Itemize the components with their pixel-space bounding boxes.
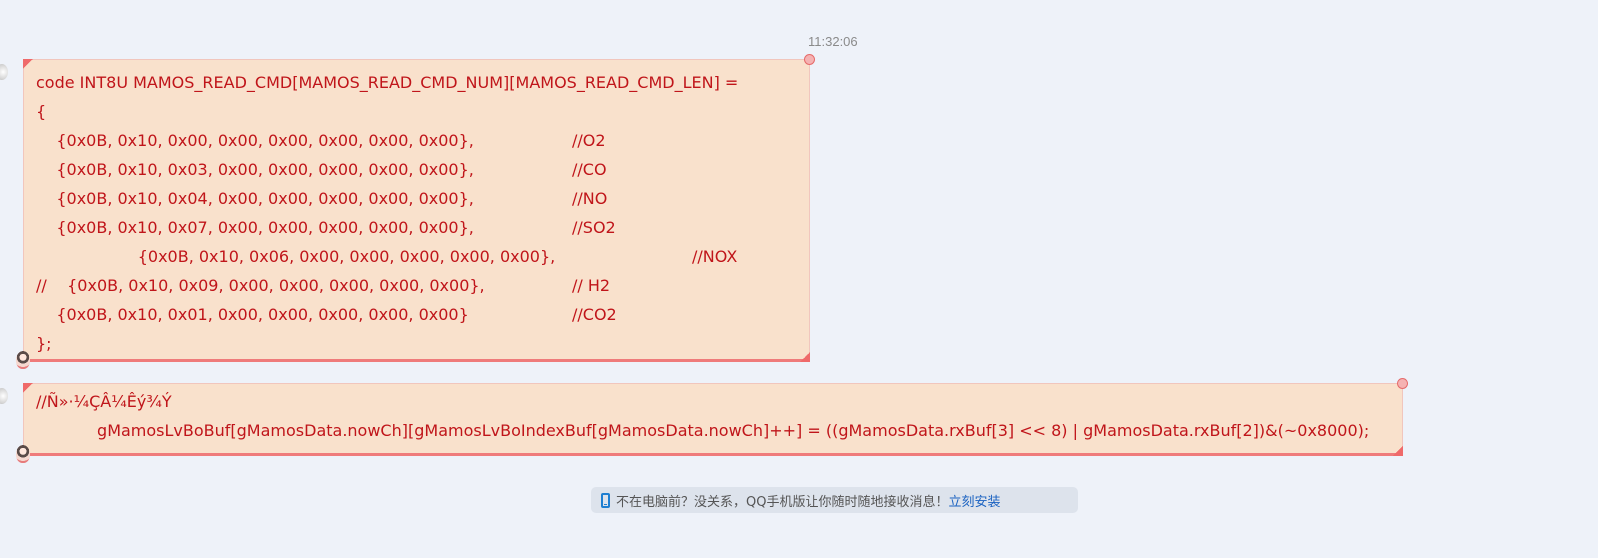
code-line: {0x0B, 0x10, 0x01, 0x00, 0x00, 0x00, 0x0… <box>36 305 469 324</box>
sender-avatar[interactable] <box>0 386 14 406</box>
bubble-corner-decoration <box>23 59 33 69</box>
code-line: {0x0B, 0x10, 0x07, 0x00, 0x00, 0x00, 0x0… <box>36 218 474 237</box>
message-bubble[interactable]: code INT8U MAMOS_READ_CMD[MAMOS_READ_CMD… <box>16 54 815 369</box>
code-line: {0x0B, 0x10, 0x03, 0x00, 0x00, 0x00, 0x0… <box>36 160 474 179</box>
code-line: {0x0B, 0x10, 0x00, 0x00, 0x00, 0x00, 0x0… <box>36 131 474 150</box>
notice-text: 不在电脑前？没关系，QQ手机版让你随时随地接收消息！ <box>616 494 949 510</box>
code-comment: //NOX <box>692 247 738 266</box>
code-line: //Ñ»·¼ÇÂ¼Êý¾Ý <box>36 392 172 411</box>
bubble-pendant-icon <box>16 351 30 369</box>
bubble-corner-decoration <box>800 352 810 362</box>
code-line: gMamosLvBoBuf[gMamosData.nowCh][gMamosLv… <box>36 421 1370 440</box>
install-now-link[interactable]: 立刻安装 <box>948 491 1000 510</box>
bubble-corner-decoration <box>1393 446 1403 456</box>
avatar-image <box>0 64 8 80</box>
bubble-pendant-icon <box>16 445 30 463</box>
code-line: { <box>36 102 47 121</box>
code-line: // {0x0B, 0x10, 0x09, 0x00, 0x00, 0x00, … <box>36 276 485 295</box>
bubble-corner-decoration <box>1397 378 1408 389</box>
sender-avatar[interactable] <box>0 62 14 82</box>
code-comment: //NO <box>572 189 608 208</box>
code-comment: //SO2 <box>572 218 616 237</box>
code-line: }; <box>36 334 52 353</box>
phone-icon <box>601 492 610 508</box>
bubble-corner-decoration <box>804 54 815 65</box>
code-comment: //CO <box>572 160 607 179</box>
code-comment: //O2 <box>572 131 606 150</box>
avatar-image <box>0 388 8 404</box>
message-timestamp: 11:32:06 <box>808 34 858 49</box>
code-comment: //CO2 <box>572 305 617 324</box>
code-line: code INT8U MAMOS_READ_CMD[MAMOS_READ_CMD… <box>36 73 739 92</box>
chat-window: 11:32:06 code INT8U MAMOS_READ_CMD[MAMOS… <box>0 0 1598 558</box>
code-comment: // H2 <box>572 276 611 295</box>
bubble-corner-decoration <box>23 383 33 393</box>
message-bubble[interactable]: //Ñ»·¼ÇÂ¼Êý¾Ý gMamosLvBoBuf[gMamosData.n… <box>16 378 1408 463</box>
code-line: {0x0B, 0x10, 0x04, 0x00, 0x00, 0x00, 0x0… <box>36 189 474 208</box>
code-line: {0x0B, 0x10, 0x06, 0x00, 0x00, 0x00, 0x0… <box>36 247 556 266</box>
mobile-install-notice: 不在电脑前？没关系，QQ手机版让你随时随地接收消息！ 立刻安装 <box>591 487 1078 513</box>
